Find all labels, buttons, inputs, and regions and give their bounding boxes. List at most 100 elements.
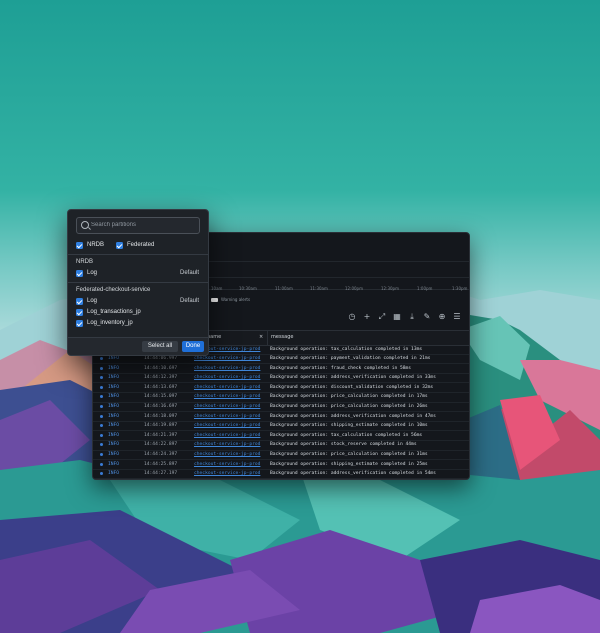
log-level: INFO: [108, 394, 120, 400]
service-link[interactable]: checkout-service-jp-prod: [194, 414, 260, 419]
service-link[interactable]: checkout-service-jp-prod: [194, 404, 260, 409]
partition-label: Log: [87, 298, 98, 304]
table-row[interactable]: INFO 14:44:24.397 checkout-service-jp-prod…: [93, 451, 469, 461]
share-icon[interactable]: ⊕: [438, 313, 446, 321]
done-button[interactable]: Done: [182, 341, 204, 352]
table-row[interactable]: INFO 14:44:13.697 checkout-service-jp-prod…: [93, 383, 469, 393]
table-row[interactable]: INFO 14:44:18.097 checkout-service-jp-prod…: [93, 412, 469, 422]
checkbox-log-inventory-jp[interactable]: [76, 320, 83, 327]
log-level: INFO: [108, 461, 120, 467]
level-indicator-icon: [100, 433, 103, 437]
level-indicator-icon: [100, 424, 103, 428]
add-icon[interactable]: +: [363, 313, 371, 321]
log-message: Background operation: price_calculation …: [270, 394, 428, 400]
log-timestamp: 14:44:27.197: [144, 471, 178, 477]
log-timestamp: 14:44:25.897: [144, 461, 178, 467]
checkbox-nrdb-log[interactable]: [76, 270, 83, 277]
level-indicator-icon: [100, 385, 103, 389]
service-link[interactable]: checkout-service-jp-prod: [194, 356, 260, 361]
legend-swatch: [211, 297, 218, 302]
log-timestamp: 14:44:13.697: [144, 384, 178, 390]
level-indicator-icon: [100, 395, 103, 399]
log-level: INFO: [108, 413, 120, 419]
settings-icon[interactable]: ☰: [453, 313, 461, 321]
timeline-tick: 1:30pm: [452, 286, 468, 291]
service-link[interactable]: checkout-service-jp-prod: [194, 462, 260, 467]
service-link[interactable]: checkout-service-jp-prod: [194, 442, 260, 447]
log-level: INFO: [108, 365, 120, 371]
table-row[interactable]: INFO 14:44:25.897 checkout-service-jp-prod…: [93, 460, 469, 470]
service-link[interactable]: checkout-service-jp-prod: [194, 375, 260, 380]
level-indicator-icon: [100, 453, 103, 457]
log-level: INFO: [108, 356, 120, 362]
checkbox-log-transactions-jp[interactable]: [76, 309, 83, 316]
table-row[interactable]: INFO 14:44:21.397 checkout-service-jp-prod…: [93, 431, 469, 441]
level-indicator-icon: [100, 376, 103, 380]
table-row[interactable]: INFO 14:44:27.197 checkout-service-jp-prod…: [93, 470, 469, 479]
log-level: INFO: [108, 384, 120, 390]
level-indicator-icon: [100, 366, 103, 370]
table-row[interactable]: INFO 14:44:10.697 checkout-service-jp-prod…: [93, 364, 469, 374]
level-indicator-icon: [100, 357, 103, 361]
log-message: Background operation: fraud_check comple…: [270, 365, 412, 371]
service-link[interactable]: checkout-service-jp-prod: [194, 452, 260, 457]
timeline-tick: 1:00pm: [417, 286, 433, 291]
timeline-tick: 10am: [211, 286, 223, 291]
service-link[interactable]: checkout-service-jp-prod: [194, 433, 260, 438]
service-link[interactable]: checkout-service-jp-prod: [194, 471, 260, 476]
table-row[interactable]: INFO 14:44:16.697 checkout-service-jp-prod…: [93, 403, 469, 413]
divider: [68, 254, 208, 255]
expand-icon[interactable]: ⤢: [378, 313, 386, 321]
log-message: Background operation: shipping_estimate …: [270, 423, 428, 429]
partition-label: Log_transactions_jp: [87, 309, 141, 315]
pin-icon[interactable]: ✎: [423, 313, 431, 321]
service-link[interactable]: checkout-service-jp-prod: [194, 423, 260, 428]
level-indicator-icon: [100, 462, 103, 466]
log-message: Background operation: payment_validation…: [270, 356, 431, 362]
log-message: Background operation: shipping_estimate …: [270, 461, 428, 467]
log-message: Background operation: tax_calculation co…: [270, 346, 423, 352]
service-link[interactable]: checkout-service-jp-prod: [194, 385, 260, 390]
log-message: Background operation: price_calculation …: [270, 452, 428, 458]
download-icon[interactable]: ⤓: [408, 313, 416, 321]
log-timestamp: 14:44:18.097: [144, 413, 178, 419]
log-timestamp: 14:44:10.697: [144, 365, 178, 371]
log-timestamp: 14:44:24.397: [144, 452, 178, 458]
select-all-button[interactable]: Select all: [142, 341, 178, 352]
table-row[interactable]: INFO 14:44:12.397 checkout-service-jp-prod…: [93, 374, 469, 384]
service-link[interactable]: checkout-service-jp-prod: [194, 394, 260, 399]
level-indicator-icon: [100, 472, 103, 476]
section-title: Federated-checkout-service: [76, 287, 151, 293]
log-timestamp: 14:44:19.897: [144, 423, 178, 429]
log-timestamp: 14:44:06.997: [144, 356, 178, 362]
table-row[interactable]: INFO 14:44:22.897 checkout-service-jp-prod…: [93, 441, 469, 451]
column-header-name[interactable]: name: [207, 334, 221, 340]
log-toolbar: ◷ + ⤢ ▦ ⤓ ✎ ⊕ ☰: [348, 313, 461, 321]
level-indicator-icon: [100, 405, 103, 409]
partition-search[interactable]: [76, 217, 200, 234]
checkbox-federated-log[interactable]: [76, 298, 83, 305]
table-view-icon[interactable]: ▦: [393, 313, 401, 321]
close-column-icon[interactable]: ×: [259, 334, 263, 340]
column-header-message[interactable]: message: [271, 334, 293, 340]
timeline-tick: 12:30pm: [381, 286, 399, 291]
checkbox-federated-filter[interactable]: [116, 242, 123, 249]
log-message: Background operation: stock_reserve comp…: [270, 442, 417, 448]
table-row[interactable]: INFO 14:44:06.997 checkout-service-jp-prod…: [93, 355, 469, 365]
log-level: INFO: [108, 375, 120, 381]
column-separator[interactable]: [267, 331, 268, 345]
log-level: INFO: [108, 432, 120, 438]
legend-label: Warning alerts: [221, 297, 251, 302]
level-indicator-icon: [100, 443, 103, 447]
table-row[interactable]: INFO 14:44:15.097 checkout-service-jp-prod…: [93, 393, 469, 403]
filter-label: Federated: [127, 242, 155, 248]
table-row[interactable]: INFO 14:44:19.897 checkout-service-jp-prod…: [93, 422, 469, 432]
partition-popup: NRDB Federated NRDB Log Default Federate…: [67, 209, 209, 356]
default-badge: Default: [180, 270, 200, 276]
search-input[interactable]: [91, 219, 195, 231]
checkbox-nrdb-filter[interactable]: [76, 242, 83, 249]
service-link[interactable]: checkout-service-jp-prod: [194, 366, 260, 371]
clock-icon[interactable]: ◷: [348, 313, 356, 321]
partition-label: Log_inventory_jp: [87, 320, 133, 326]
log-timestamp: 14:44:12.397: [144, 375, 178, 381]
